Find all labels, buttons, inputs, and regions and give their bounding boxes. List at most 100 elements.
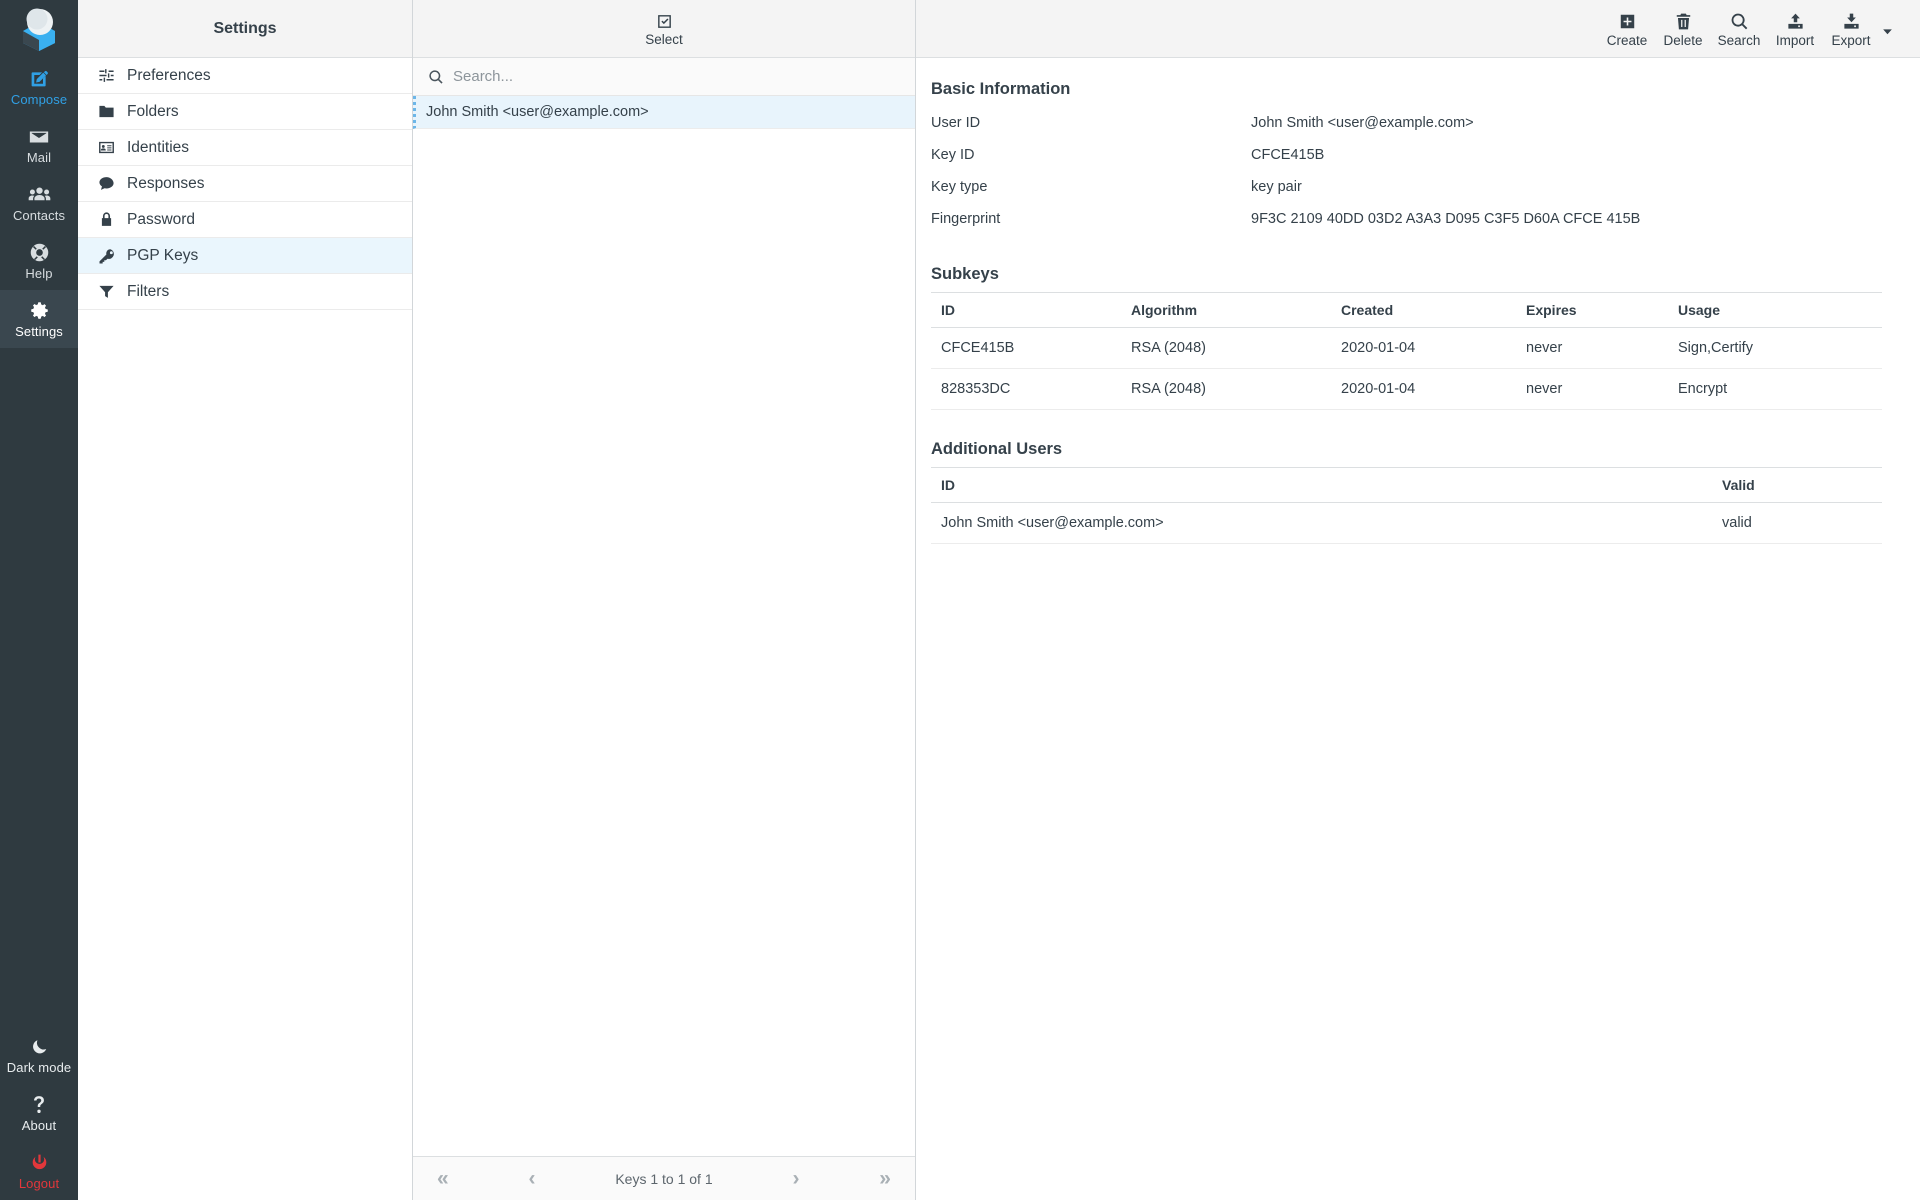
question-mark-icon (31, 1094, 47, 1116)
basic-information-section: Basic Information User ID John Smith <us… (931, 80, 1882, 235)
column-header-expires: Expires (1526, 293, 1678, 328)
property-label: Key type (931, 179, 1251, 195)
cell-id: CFCE415B (931, 328, 1131, 369)
plus-square-icon (1618, 11, 1637, 32)
task-item-label: About (22, 1119, 56, 1133)
upload-icon (1786, 11, 1805, 32)
content-toolbar: Create Delete Search Import (916, 0, 1920, 58)
export-button-label: Export (1831, 34, 1870, 48)
delete-button[interactable]: Delete (1655, 9, 1711, 48)
key-list: John Smith <user@example.com> (413, 96, 915, 1156)
property-value: key pair (1251, 179, 1302, 195)
search-bar[interactable] (413, 58, 915, 96)
sidebar-item-label: Password (127, 211, 195, 229)
column-header-created: Created (1341, 293, 1526, 328)
property-row-fingerprint: Fingerprint 9F3C 2109 40DD 03D2 A3A3 D09… (931, 203, 1882, 235)
task-item-label: Compose (11, 93, 67, 107)
property-label: Key ID (931, 147, 1251, 163)
task-menu-bottom: Dark mode About Logout (0, 1026, 78, 1200)
task-item-help[interactable]: Help (0, 232, 78, 290)
sidebar-item-password[interactable]: Password (78, 202, 412, 238)
property-row-key-id: Key ID CFCE415B (931, 139, 1882, 171)
task-item-mail[interactable]: Mail (0, 116, 78, 174)
last-page-button[interactable]: » (879, 1168, 891, 1189)
import-button-label: Import (1776, 34, 1814, 48)
sidebar-item-folders[interactable]: Folders (78, 94, 412, 130)
additional-users-table-body: John Smith <user@example.com> valid (931, 503, 1882, 544)
cell-usage: Encrypt (1678, 369, 1882, 410)
create-button[interactable]: Create (1599, 9, 1655, 48)
search-button[interactable]: Search (1711, 9, 1767, 48)
subkeys-title: Subkeys (931, 265, 1882, 284)
table-row[interactable]: 828353DC RSA (2048) 2020-01-04 never Enc… (931, 369, 1882, 410)
task-item-compose[interactable]: Compose (0, 58, 78, 116)
task-item-contacts[interactable]: Contacts (0, 174, 78, 232)
export-button[interactable]: Export (1823, 9, 1879, 48)
task-item-label: Help (25, 267, 52, 281)
sidebar-item-label: Responses (127, 175, 205, 193)
task-menu-rail: Compose Mail Contacts Help (0, 0, 78, 1200)
column-header-usage: Usage (1678, 293, 1882, 328)
cell-algorithm: RSA (2048) (1131, 328, 1341, 369)
chevron-down-icon[interactable] (1881, 25, 1894, 38)
prev-page-button[interactable]: ‹ (529, 1168, 536, 1189)
sidebar-item-label: Folders (127, 103, 179, 121)
subkeys-table: ID Algorithm Created Expires Usage CFCE4… (931, 292, 1882, 410)
task-item-logout[interactable]: Logout (0, 1142, 78, 1200)
task-item-dark-mode[interactable]: Dark mode (0, 1026, 78, 1084)
search-input[interactable] (453, 68, 915, 85)
key-details-body: Basic Information User ID John Smith <us… (916, 58, 1920, 1200)
column-header-id: ID (931, 293, 1131, 328)
subkeys-table-body: CFCE415B RSA (2048) 2020-01-04 never Sig… (931, 328, 1882, 410)
select-button-label: Select (645, 32, 683, 47)
cell-expires: never (1526, 369, 1678, 410)
speech-bubble-icon (97, 174, 116, 193)
create-button-label: Create (1607, 34, 1648, 48)
column-header-id: ID (931, 468, 1722, 503)
table-row[interactable]: John Smith <user@example.com> valid (931, 503, 1882, 544)
folder-icon (97, 102, 116, 121)
sidebar-item-pgp-keys[interactable]: PGP Keys (78, 238, 412, 274)
table-row[interactable]: CFCE415B RSA (2048) 2020-01-04 never Sig… (931, 328, 1882, 369)
sidebar-item-label: Filters (127, 283, 169, 301)
sidebar-item-filters[interactable]: Filters (78, 274, 412, 310)
checkbox-checked-icon (656, 13, 673, 30)
sidebar-item-label: PGP Keys (127, 247, 198, 265)
task-item-settings[interactable]: Settings (0, 290, 78, 348)
first-page-button[interactable]: « (437, 1168, 449, 1189)
key-details-panel: Create Delete Search Import (916, 0, 1920, 1200)
sidebar-item-identities[interactable]: Identities (78, 130, 412, 166)
pagination-status: Keys 1 to 1 of 1 (615, 1171, 712, 1187)
cell-usage: Sign,Certify (1678, 328, 1882, 369)
sidebar-item-label: Identities (127, 139, 189, 157)
gear-icon (29, 300, 50, 322)
trash-icon (1674, 11, 1693, 32)
basic-information-title: Basic Information (931, 80, 1882, 99)
cell-id: John Smith <user@example.com> (931, 503, 1722, 544)
sidebar-item-preferences[interactable]: Preferences (78, 58, 412, 94)
task-item-label: Dark mode (7, 1061, 71, 1075)
additional-users-title: Additional Users (931, 440, 1882, 459)
cell-created: 2020-01-04 (1341, 369, 1526, 410)
task-menu-items: Compose Mail Contacts Help (0, 58, 78, 348)
additional-users-table-head: ID Valid (931, 468, 1882, 503)
funnel-icon (97, 282, 116, 301)
cell-valid: valid (1722, 503, 1882, 544)
list-item[interactable]: John Smith <user@example.com> (413, 96, 915, 129)
app-root: Compose Mail Contacts Help (0, 0, 1920, 1200)
next-page-button[interactable]: › (792, 1168, 799, 1189)
id-card-icon (97, 138, 116, 157)
column-header-valid: Valid (1722, 468, 1882, 503)
sidebar-item-responses[interactable]: Responses (78, 166, 412, 202)
download-icon (1842, 11, 1861, 32)
search-icon (428, 69, 444, 85)
compose-pencil-icon (29, 68, 50, 90)
import-button[interactable]: Import (1767, 9, 1823, 48)
subkeys-table-head: ID Algorithm Created Expires Usage (931, 293, 1882, 328)
task-item-about[interactable]: About (0, 1084, 78, 1142)
cell-id: 828353DC (931, 369, 1131, 410)
task-item-label: Logout (19, 1177, 59, 1191)
power-icon (30, 1152, 49, 1174)
select-button[interactable]: Select (645, 10, 683, 47)
app-logo (0, 0, 78, 58)
